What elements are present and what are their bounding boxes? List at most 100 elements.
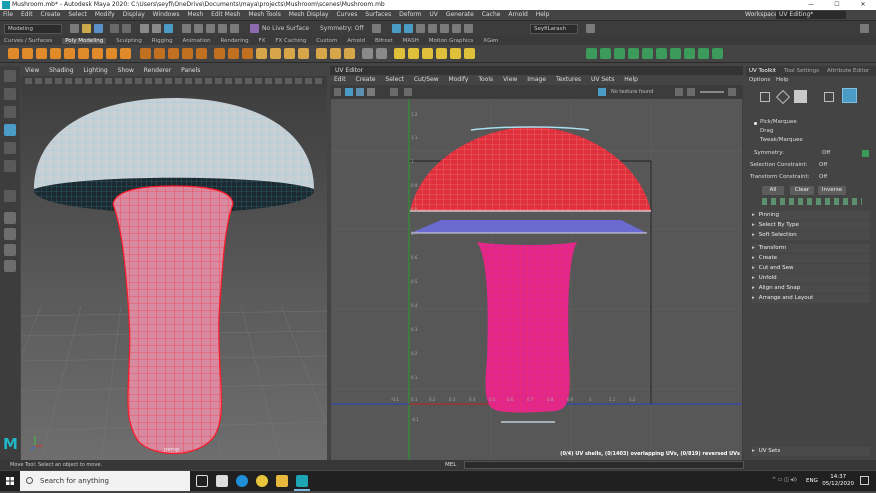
menu-file[interactable]: File — [3, 11, 13, 18]
select-component-icon[interactable] — [164, 24, 173, 33]
tab-uv-toolkit[interactable]: UV Toolkit — [749, 68, 776, 74]
poly-disc-icon[interactable] — [92, 48, 103, 59]
selection-filter-icons[interactable] — [762, 198, 862, 205]
uv-menu-create[interactable]: Create — [356, 76, 376, 83]
flip-uv-icon[interactable] — [642, 48, 653, 59]
shelf-tab-xgen[interactable]: XGen — [483, 38, 498, 44]
section-pinning[interactable]: Pinning — [752, 211, 870, 220]
section-transform[interactable]: Transform — [752, 244, 870, 253]
mirror-icon[interactable] — [196, 48, 207, 59]
shelf-tab-custom[interactable]: Custom — [316, 38, 337, 44]
uv-snapshot-icon[interactable] — [600, 48, 611, 59]
snap-grid-icon[interactable] — [182, 24, 191, 33]
poly-plane-icon[interactable] — [78, 48, 89, 59]
bevel-icon[interactable] — [242, 48, 253, 59]
section-soft-selection[interactable]: Soft Selection — [752, 231, 870, 240]
sew-uv-icon[interactable] — [422, 48, 433, 59]
menu-edit[interactable]: Edit — [21, 11, 33, 18]
planar-uv-icon[interactable] — [362, 48, 373, 59]
radio-pick-marquee[interactable] — [754, 122, 757, 125]
multi-cut-icon[interactable] — [284, 48, 295, 59]
side-by-side-icon[interactable] — [4, 244, 16, 256]
shelf-tab-bifrost[interactable]: Bifrost — [375, 38, 393, 44]
viewport-menu-shading[interactable]: Shading — [49, 67, 73, 74]
menu-mesh-display[interactable]: Mesh Display — [289, 11, 329, 18]
user-account-dropdown[interactable]: SeyfiLarash — [530, 24, 578, 34]
cut-uv-icon[interactable] — [408, 48, 419, 59]
uv-editor-icon[interactable] — [394, 48, 405, 59]
viewport-menu-panels[interactable]: Panels — [181, 67, 200, 74]
face-mode-icon[interactable] — [794, 90, 807, 103]
edge-icon[interactable] — [236, 475, 248, 487]
uv-isolate-icon[interactable] — [390, 88, 398, 96]
uv-menu-view[interactable]: View — [503, 76, 517, 83]
arnold-renderview-icon[interactable] — [464, 24, 473, 33]
section-arrange-and-layout[interactable]: Arrange and Layout — [752, 294, 870, 303]
uv-checker-icon[interactable] — [367, 88, 375, 96]
chrome-icon[interactable] — [256, 475, 268, 487]
uv-image-icon[interactable] — [598, 88, 606, 96]
orient-shells-icon[interactable] — [712, 48, 723, 59]
uv-menu-select[interactable]: Select — [385, 76, 404, 83]
append-icon[interactable] — [270, 48, 281, 59]
new-scene-icon[interactable] — [70, 24, 79, 33]
toggle-panel-icon[interactable] — [860, 24, 869, 33]
uv-menu-help[interactable]: Help — [624, 76, 638, 83]
viewport-menu-show[interactable]: Show — [118, 67, 134, 74]
straighten-uv-icon[interactable] — [614, 48, 625, 59]
poly-cube-icon[interactable] — [22, 48, 33, 59]
menu-cache[interactable]: Cache — [482, 11, 501, 18]
target-weld-icon[interactable] — [298, 48, 309, 59]
history-icon[interactable] — [372, 24, 381, 33]
taskbar-search-input[interactable]: Search for anything — [20, 471, 190, 491]
menu-create[interactable]: Create — [41, 11, 61, 18]
select-hierarchy-icon[interactable] — [140, 24, 149, 33]
uv-channel-icon[interactable] — [728, 88, 736, 96]
uv-gamma-icon[interactable] — [687, 88, 695, 96]
snap-point-icon[interactable] — [206, 24, 215, 33]
section-align-and-snap[interactable]: Align and Snap — [752, 284, 870, 293]
uv-menu-uv-sets[interactable]: UV Sets — [591, 76, 614, 83]
four-view-icon[interactable] — [4, 228, 16, 240]
select-tool-icon[interactable] — [4, 70, 16, 82]
close-toolkit-icon[interactable] — [824, 92, 834, 102]
light-editor-icon[interactable] — [452, 24, 461, 33]
grid-uv-icon[interactable] — [684, 48, 695, 59]
quad-draw-icon[interactable] — [330, 48, 341, 59]
edge-loop-icon[interactable] — [344, 48, 355, 59]
lasso-tool-icon[interactable] — [4, 88, 16, 100]
move-tool-icon[interactable] — [4, 124, 16, 136]
menu-generate[interactable]: Generate — [446, 11, 474, 18]
menu-select[interactable]: Select — [68, 11, 87, 18]
inverse-button[interactable]: Inverse — [818, 186, 846, 195]
uv-menu-textures[interactable]: Textures — [556, 76, 581, 83]
menu-windows[interactable]: Windows — [153, 11, 180, 18]
menu-display[interactable]: Display — [123, 11, 145, 18]
scale-tool-icon[interactable] — [4, 160, 16, 172]
shelf-tab-arnold[interactable]: Arnold — [347, 38, 365, 44]
stack-shells-icon[interactable] — [656, 48, 667, 59]
section-select-by-type[interactable]: Select By Type — [752, 221, 870, 230]
snap-surface-icon[interactable] — [230, 24, 239, 33]
distribute-uv-icon[interactable] — [698, 48, 709, 59]
select-uv-shell-icon[interactable] — [586, 48, 597, 59]
menu-edit-mesh[interactable]: Edit Mesh — [211, 11, 240, 18]
menu-uv[interactable]: UV — [429, 11, 438, 18]
workspace-select[interactable]: UV Editing* — [776, 11, 846, 19]
ipr-render-icon[interactable] — [404, 24, 413, 33]
poly-sphere-icon[interactable] — [8, 48, 19, 59]
uv-grid-toggle-icon[interactable] — [334, 88, 341, 96]
tab-tool-settings[interactable]: Tool Settings — [784, 68, 819, 74]
single-view-icon[interactable] — [4, 212, 16, 224]
minimize-button[interactable]: — — [798, 0, 824, 10]
menu-curves[interactable]: Curves — [337, 11, 358, 18]
rotate-tool-icon[interactable] — [4, 142, 16, 154]
uv-exposure-slider[interactable] — [700, 91, 724, 93]
toolkit-options-menu[interactable]: Options — [749, 76, 770, 85]
file-explorer-icon[interactable] — [276, 475, 288, 487]
menu-mesh[interactable]: Mesh — [187, 11, 203, 18]
shelf-tab-rigging[interactable]: Rigging — [152, 38, 173, 44]
close-button[interactable]: ✕ — [850, 0, 876, 10]
platonic-solid-icon[interactable] — [106, 48, 117, 59]
automatic-uv-icon[interactable] — [376, 48, 387, 59]
